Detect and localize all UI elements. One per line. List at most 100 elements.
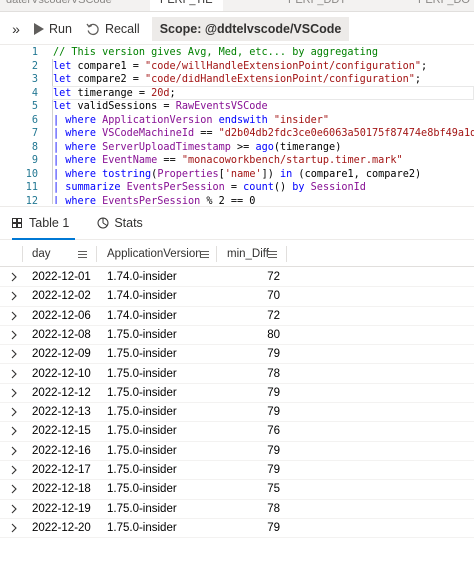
column-header-min-diff[interactable]: min_Diff [227, 241, 269, 267]
table-row[interactable]: 2022-12-01 1.74.0-insider 72 [0, 268, 474, 288]
cell-day: 2022-12-15 [32, 425, 91, 438]
cell-min-diff: 75 [267, 483, 280, 496]
chevron-right-icon[interactable] [9, 406, 19, 418]
column-separator [96, 246, 97, 262]
chevron-right-icon[interactable] [9, 348, 19, 360]
cell-application-version: 1.75.0-insider [107, 483, 177, 496]
query-editor[interactable]: 1// This version gives Avg, Med, etc... … [0, 46, 474, 204]
cell-application-version: 1.74.0-insider [107, 290, 177, 303]
cell-min-diff: 78 [267, 367, 280, 380]
chevron-right-icon[interactable] [9, 445, 19, 457]
chevron-right-icon[interactable] [9, 503, 19, 515]
line-number: 7 [31, 128, 38, 139]
chevron-right-icon[interactable] [9, 271, 19, 283]
line-number: 6 [31, 114, 38, 126]
line-number: 11 [25, 182, 38, 193]
table-row[interactable]: 2022-12-16 1.75.0-insider 79 [0, 442, 474, 461]
column-separator [216, 246, 217, 262]
cell-application-version: 1.75.0-insider [107, 406, 177, 419]
cell-application-version: 1.75.0-insider [107, 464, 177, 476]
cell-day: 2022-12-06 [32, 309, 91, 322]
line-number: 2 [31, 60, 38, 72]
chevron-right-icon[interactable] [9, 290, 19, 302]
chevron-right-icon[interactable] [9, 522, 19, 534]
cell-min-diff: 79 [267, 521, 280, 534]
doc-tab-2[interactable]: PERF_DDT [288, 0, 346, 11]
chevron-right-icon[interactable] [9, 368, 19, 380]
column-header-applicationversion[interactable]: ApplicationVersion [107, 241, 202, 267]
tab-table-label: Table 1 [29, 216, 70, 230]
column-menu-icon[interactable] [268, 251, 277, 258]
tab-stats[interactable]: Stats [97, 206, 143, 240]
cell-application-version: 1.75.0-insider [107, 386, 177, 399]
table-row[interactable]: 2022-12-13 1.75.0-insider 79 [0, 403, 474, 423]
table-row[interactable]: 2022-12-19 1.75.0-insider 78 [0, 500, 474, 519]
cell-application-version: 1.75.0-insider [107, 348, 177, 361]
tab-table-1[interactable]: Table 1 [12, 206, 76, 240]
line-number: 10 [25, 168, 38, 180]
recall-label: Recall [104, 21, 140, 36]
code-line: 9 | where EventName == "monacoworkbench/s… [0, 154, 474, 168]
cell-day: 2022-12-13 [32, 406, 91, 419]
column-separator [22, 246, 23, 262]
column-header-day[interactable]: day [32, 241, 51, 267]
table-row[interactable]: 2022-12-18 1.75.0-insider 75 [0, 480, 474, 500]
cell-day: 2022-12-10 [32, 367, 91, 380]
cell-day: 2022-12-08 [32, 328, 91, 341]
expand-icon[interactable]: » [0, 13, 26, 45]
column-menu-icon[interactable] [78, 251, 87, 258]
document-tab-strip: daterVscode/VSCode PERF_TIE PERF_DDT PER… [0, 0, 474, 12]
chevron-right-icon[interactable] [9, 329, 19, 341]
cell-day: 2022-12-09 [32, 348, 91, 361]
table-row[interactable]: 2022-12-20 1.75.0-insider 79 [0, 519, 474, 539]
cell-day: 2022-12-17 [32, 464, 91, 476]
line-number: 12 [25, 195, 38, 205]
cell-day: 2022-12-01 [32, 271, 91, 283]
code-line: 2 let compare1 = "code/willHandleExtensio… [0, 60, 474, 74]
table-grid-icon [12, 217, 23, 229]
line-number: 8 [31, 141, 38, 153]
table-row[interactable]: 2022-12-09 1.75.0-insider 79 [0, 345, 474, 365]
line-number: 9 [31, 155, 38, 166]
cell-min-diff: 72 [267, 309, 280, 322]
column-menu-icon[interactable] [200, 251, 209, 258]
column-separator [286, 246, 287, 262]
doc-tab-1[interactable]: PERF_TIE [150, 0, 223, 11]
cell-day: 2022-12-16 [32, 444, 91, 457]
cell-application-version: 1.75.0-insider [107, 521, 177, 534]
cell-min-diff: 79 [267, 386, 280, 399]
recall-button[interactable]: Recall [86, 13, 140, 45]
query-toolbar: » Run Recall Scope: @ddtelvscode/VSCode [0, 13, 474, 45]
table-row[interactable]: 2022-12-08 1.75.0-insider 80 [0, 326, 474, 346]
cell-min-diff: 79 [267, 464, 280, 476]
stats-icon [97, 217, 109, 229]
chevron-right-icon[interactable] [9, 425, 19, 437]
cell-day: 2022-12-18 [32, 483, 91, 496]
table-row[interactable]: 2022-12-15 1.75.0-insider 76 [0, 422, 474, 442]
table-row[interactable]: 2022-12-17 1.75.0-insider 79 [0, 461, 474, 481]
table-row[interactable]: 2022-12-10 1.75.0-insider 78 [0, 365, 474, 384]
cell-application-version: 1.75.0-insider [107, 367, 177, 380]
table-row[interactable]: 2022-12-02 1.74.0-insider 70 [0, 287, 474, 307]
chevron-right-icon[interactable] [9, 464, 19, 476]
scope-selector[interactable]: Scope: @ddtelvscode/VSCode [151, 16, 350, 41]
cell-min-diff: 79 [267, 406, 280, 419]
cell-application-version: 1.74.0-insider [107, 271, 177, 283]
cell-application-version: 1.75.0-insider [107, 444, 177, 457]
code-line: 11 | summarize EventsPerSession = count()… [0, 181, 474, 195]
cell-application-version: 1.75.0-insider [107, 328, 177, 341]
line-number: 3 [31, 74, 38, 85]
grid-header: day ApplicationVersion min_Diff [0, 241, 474, 267]
chevron-right-icon[interactable] [9, 387, 19, 399]
table-row[interactable]: 2022-12-12 1.75.0-insider 79 [0, 384, 474, 404]
code-line: 1// This version gives Avg, Med, etc... … [0, 46, 474, 60]
play-icon [34, 23, 44, 35]
chevron-right-icon[interactable] [9, 310, 19, 322]
run-button[interactable]: Run [34, 13, 72, 45]
code-line: 6 | where ApplicationVersion endswith "in… [0, 114, 474, 128]
doc-tab-0[interactable]: daterVscode/VSCode [6, 0, 112, 11]
table-row[interactable]: 2022-12-06 1.74.0-insider 72 [0, 307, 474, 326]
doc-tab-3[interactable]: PERF_DO [418, 0, 470, 11]
chevron-right-icon[interactable] [9, 483, 19, 495]
code-line: 5 let validSessions = RawEventsVSCode [0, 100, 474, 114]
